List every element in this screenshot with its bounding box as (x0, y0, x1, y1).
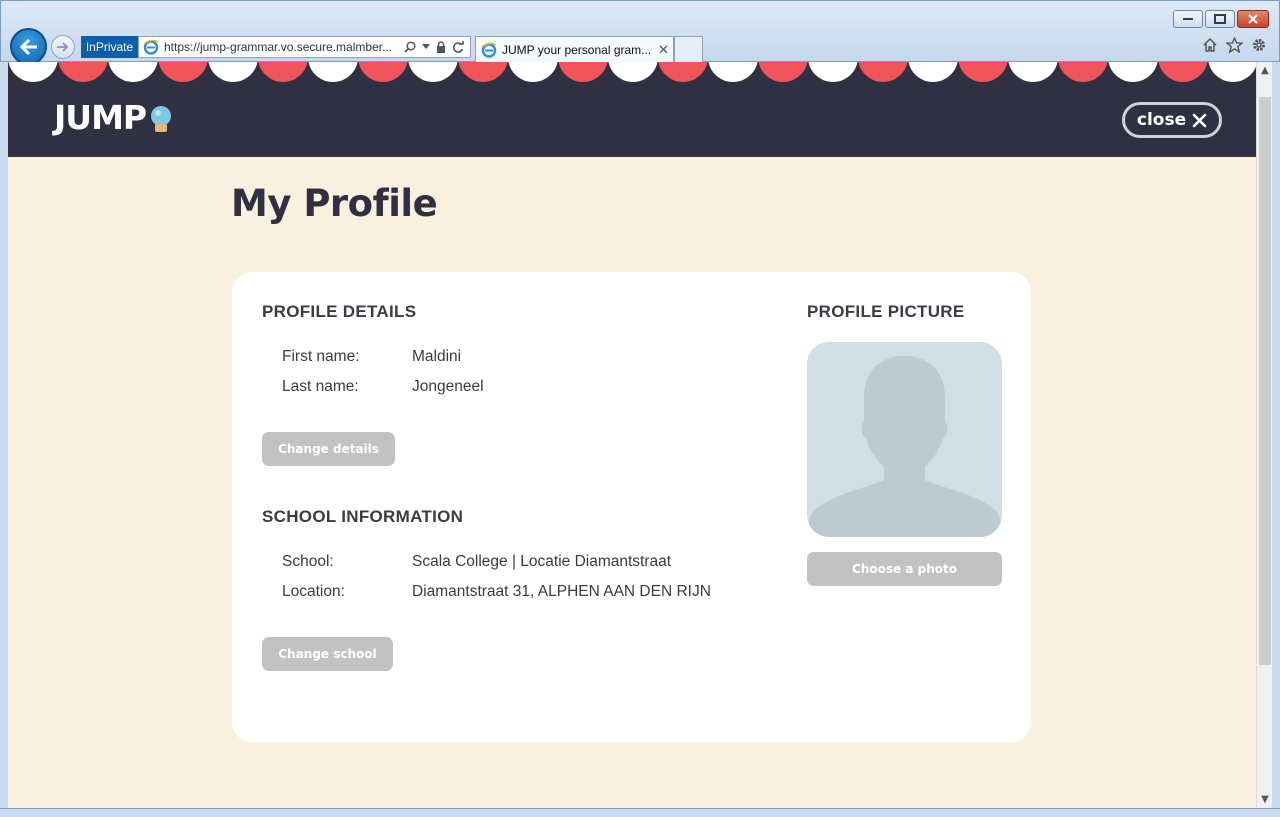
restore-button[interactable] (1205, 10, 1235, 28)
close-icon (1192, 113, 1207, 127)
forward-arrow-icon (57, 42, 69, 52)
first-name-value: Maldini (412, 348, 462, 365)
scroll-up-arrow-icon[interactable]: ▲ (1257, 62, 1273, 79)
last-name-label: Last name: (282, 378, 359, 395)
close-label: close (1136, 110, 1187, 130)
scallop (608, 62, 658, 82)
forward-button[interactable] (51, 35, 75, 59)
scallop (8, 62, 58, 82)
close-x-icon (1248, 14, 1258, 24)
scallop (58, 62, 108, 82)
scallop (908, 62, 958, 82)
change-school-button[interactable]: Change school (262, 637, 393, 671)
window-bottom-frame (0, 808, 1280, 817)
scallop (958, 62, 1008, 82)
inprivate-badge: InPrivate (81, 36, 138, 58)
scallop (158, 62, 208, 82)
scallop (1058, 62, 1108, 82)
window-close-button[interactable] (1237, 10, 1269, 28)
scallop (658, 62, 708, 82)
scallop (1208, 62, 1256, 82)
lock-icon[interactable] (436, 41, 446, 53)
browser-tab[interactable]: JUMP your personal gram... ✕ (475, 36, 674, 63)
profile-picture-heading: PROFILE PICTURE (807, 302, 965, 321)
tab-title: JUMP your personal gram... (502, 43, 650, 57)
scroll-down-arrow-icon[interactable]: ▼ (1257, 791, 1273, 808)
close-button[interactable]: close (1122, 102, 1222, 138)
scallop (1158, 62, 1208, 82)
favorites-star-icon[interactable] (1226, 37, 1243, 53)
profile-details-heading: PROFILE DETAILS (262, 302, 417, 321)
restore-icon (1214, 14, 1226, 24)
browser-chrome: InPrivate https://jump-grammar.vo.secure… (0, 0, 1280, 65)
scallop (458, 62, 508, 82)
new-tab-button[interactable] (674, 36, 703, 62)
minimize-icon (1183, 18, 1193, 20)
scallop (358, 62, 408, 82)
scallop (1008, 62, 1058, 82)
scallop (308, 62, 358, 82)
location-value: Diamantstraat 31, ALPHEN AAN DEN RIJN (412, 583, 711, 600)
tab-close-icon[interactable]: ✕ (658, 43, 669, 58)
ie-tab-icon (481, 42, 497, 58)
address-url[interactable]: https://jump-grammar.vo.secure.malmber..… (164, 40, 400, 54)
window-controls (1173, 10, 1269, 28)
ie-page-icon (143, 39, 159, 55)
scallop (1108, 62, 1158, 82)
school-information-heading: SCHOOL INFORMATION (262, 507, 464, 526)
scroll-thumb[interactable] (1259, 97, 1271, 665)
logo-text: JUMP (54, 98, 147, 137)
scallop (208, 62, 258, 82)
back-button[interactable] (10, 28, 47, 65)
scallop (108, 62, 158, 82)
search-icon[interactable] (404, 41, 416, 53)
lightbulb-icon (151, 105, 172, 132)
address-bar[interactable]: https://jump-grammar.vo.secure.malmber..… (138, 36, 471, 58)
location-label: Location: (282, 583, 345, 600)
scallop (708, 62, 758, 82)
last-name-value: Jongeneel (412, 378, 484, 395)
refresh-icon[interactable] (452, 41, 464, 53)
scallop-border (8, 62, 1256, 82)
jump-logo[interactable]: JUMP (54, 98, 174, 137)
site-header: JUMP close (8, 62, 1256, 157)
chevron-down-icon[interactable] (422, 44, 430, 50)
scallop (408, 62, 458, 82)
first-name-label: First name: (282, 348, 360, 365)
choose-photo-button[interactable]: Choose a photo (807, 552, 1002, 586)
back-arrow-icon (19, 38, 37, 55)
scallop (258, 62, 308, 82)
person-silhouette-icon (807, 356, 1002, 537)
school-label: School: (282, 553, 334, 570)
scallop (508, 62, 558, 82)
scallop (558, 62, 608, 82)
settings-gear-icon[interactable] (1251, 37, 1267, 53)
vertical-scrollbar[interactable]: ▲ ▼ (1256, 62, 1272, 808)
scallop (858, 62, 908, 82)
minimize-button[interactable] (1173, 10, 1203, 28)
home-icon[interactable] (1202, 37, 1218, 53)
change-details-button[interactable]: Change details (262, 432, 395, 466)
avatar-placeholder (807, 342, 1002, 537)
school-value: Scala College | Locatie Diamantstraat (412, 553, 672, 570)
profile-card: PROFILE DETAILS First name: Maldini Last… (232, 272, 1031, 742)
scallop (758, 62, 808, 82)
page-viewport: JUMP close My Profile PROFILE DETAILS Fi… (8, 62, 1256, 808)
browser-tools (1202, 37, 1267, 53)
page-title: My Profile (231, 182, 438, 225)
scallop (808, 62, 858, 82)
